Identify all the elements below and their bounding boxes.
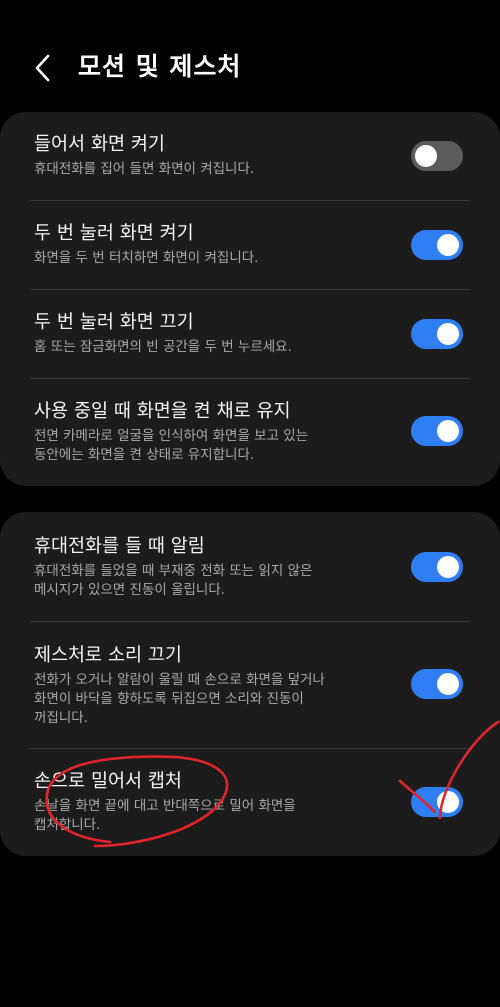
lift-to-wake-toggle[interactable]: [411, 141, 463, 171]
toggle-knob: [435, 232, 461, 258]
setting-title: 들어서 화면 켜기: [34, 134, 165, 155]
setting-description: 휴대전화를 들었을 때 부재중 전화 또는 읽지 않은 메시지가 있으면 진동이…: [34, 562, 374, 600]
setting-title: 제스처로 소리 끄기: [34, 645, 182, 666]
setting-double-tap-sleep[interactable]: 두 번 눌러 화면 끄기 홈 또는 잠금화면의 빈 공간을 두 번 누르세요.: [0, 290, 500, 378]
app-header: 모션 및 제스처: [0, 0, 500, 110]
description-line: 메시지가 있으면 진동이 울립니다.: [34, 582, 226, 598]
palm-swipe-capture-toggle[interactable]: [411, 787, 463, 817]
keep-screen-on-toggle[interactable]: [411, 416, 463, 446]
setting-palm-swipe-capture[interactable]: 손으로 밀어서 캡처 손날을 화면 끝에 대고 반대쪽으로 밀어 화면을 캡처합…: [0, 749, 500, 856]
alert-when-picked-up-toggle[interactable]: [411, 552, 463, 582]
setting-mute-with-gestures[interactable]: 제스처로 소리 끄기 전화가 오거나 알람이 울릴 때 손으로 화면을 덮거나 …: [0, 622, 500, 748]
toggle-knob: [435, 321, 461, 347]
setting-description: 휴대전화를 집어 들면 화면이 켜집니다.: [34, 161, 255, 177]
setting-description: 전화가 오거나 알람이 울릴 때 손으로 화면을 덮거나 화면이 바닥을 향하도…: [34, 671, 374, 728]
setting-title: 손으로 밀어서 캡처: [34, 771, 182, 792]
setting-description: 홈 또는 잠금화면의 빈 공간을 두 번 누르세요.: [34, 339, 292, 355]
setting-title: 사용 중일 때 화면을 켠 채로 유지: [34, 401, 291, 422]
setting-alert-when-picked-up[interactable]: 휴대전화를 들 때 알림 휴대전화를 들었을 때 부재중 전화 또는 읽지 않은…: [0, 512, 500, 621]
toggle-knob: [413, 143, 439, 169]
description-line: 손날을 화면 끝에 대고 반대쪽으로 밀어 화면을: [34, 798, 296, 814]
description-line: 전면 카메라로 얼굴을 인식하여 화면을 보고 있는: [34, 428, 309, 444]
toggle-knob: [435, 671, 461, 697]
toggle-knob: [435, 418, 461, 444]
description-line: 캡처합니다.: [34, 817, 101, 833]
mute-with-gestures-toggle[interactable]: [411, 669, 463, 699]
description-line: 전화가 오거나 알람이 울릴 때 손으로 화면을 덮거나: [34, 672, 325, 688]
toggle-knob: [435, 554, 461, 580]
setting-title: 두 번 눌러 화면 켜기: [34, 223, 194, 244]
setting-lift-to-wake[interactable]: 들어서 화면 켜기 휴대전화를 집어 들면 화면이 켜집니다.: [0, 112, 500, 200]
description-line: 휴대전화를 들었을 때 부재중 전화 또는 읽지 않은: [34, 563, 313, 579]
page-title: 모션 및 제스처: [78, 52, 242, 81]
double-tap-wake-toggle[interactable]: [411, 230, 463, 260]
double-tap-sleep-toggle[interactable]: [411, 319, 463, 349]
setting-keep-screen-on[interactable]: 사용 중일 때 화면을 켠 채로 유지 전면 카메라로 얼굴을 인식하여 화면을…: [0, 379, 500, 486]
settings-group-1: 들어서 화면 켜기 휴대전화를 집어 들면 화면이 켜집니다. 두 번 눌러 화…: [0, 112, 500, 486]
settings-group-2: 휴대전화를 들 때 알림 휴대전화를 들었을 때 부재중 전화 또는 읽지 않은…: [0, 512, 500, 856]
setting-title: 휴대전화를 들 때 알림: [34, 536, 205, 557]
description-line: 동안에는 화면을 켠 상태로 유지합니다.: [34, 447, 255, 463]
setting-description: 전면 카메라로 얼굴을 인식하여 화면을 보고 있는 동안에는 화면을 켠 상태…: [34, 427, 374, 465]
toggle-knob: [435, 789, 461, 815]
setting-double-tap-wake[interactable]: 두 번 눌러 화면 켜기 화면을 두 번 터치하면 화면이 켜집니다.: [0, 201, 500, 289]
back-chevron-icon[interactable]: [30, 52, 60, 84]
setting-description: 손날을 화면 끝에 대고 반대쪽으로 밀어 화면을 캡처합니다.: [34, 797, 374, 835]
setting-title: 두 번 눌러 화면 끄기: [34, 312, 194, 333]
setting-description: 화면을 두 번 터치하면 화면이 켜집니다.: [34, 250, 259, 266]
description-line: 화면이 바닥을 향하도록 뒤집으면 소리와 진동이: [34, 691, 304, 707]
description-line: 꺼집니다.: [34, 710, 88, 726]
